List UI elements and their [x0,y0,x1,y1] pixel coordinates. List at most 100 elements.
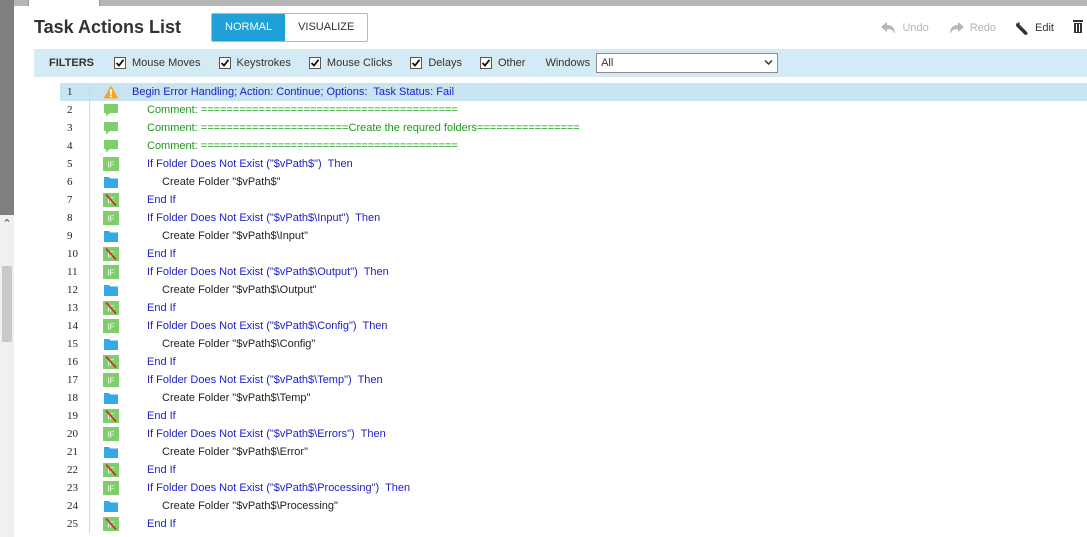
action-text: End If [147,518,176,530]
line-number: 6 [67,176,73,188]
action-text: Create Folder "$vPath$\Output" [162,284,317,296]
gutter-divider [89,227,90,245]
other-checkbox[interactable] [479,57,492,69]
action-text: Comment: ===============================… [147,104,458,116]
undo-icon [881,22,896,34]
gutter-divider [89,389,90,407]
action-row[interactable]: 21 Create Folder "$vPath$\Error" [60,443,1087,461]
undo-label: Undo [902,22,929,34]
end-if-icon: IF [103,355,119,369]
undo-button[interactable]: Undo [880,21,929,35]
action-row[interactable]: 25 IF End If [60,515,1087,533]
svg-text:IF: IF [107,269,114,278]
action-row[interactable]: 18 Create Folder "$vPath$\Temp" [60,389,1087,407]
filter-other[interactable]: Other [479,57,525,69]
filter-delays[interactable]: Delays [410,57,462,69]
gutter-divider [89,191,90,209]
action-row[interactable]: 12 Create Folder "$vPath$\Output" [60,281,1087,299]
action-row[interactable]: 11 IF If Folder Does Not Exist ("$vPath$\O… [60,263,1087,281]
action-row[interactable]: 2 Comment: ==============================… [60,101,1087,119]
gutter-divider [89,461,90,479]
gutter-divider [89,137,90,155]
action-text: End If [147,464,176,476]
action-row[interactable]: 17 IF If Folder Does Not Exist ("$vPath$\T… [60,371,1087,389]
scroll-up-icon[interactable]: ⌃ [1,218,13,230]
action-row[interactable]: 4 Comment: ==============================… [60,137,1087,155]
action-row[interactable]: 5 IF If Folder Does Not Exist ("$vPath$") … [60,155,1087,173]
comment-icon [103,139,119,153]
action-text: Comment: =======================Create t… [147,122,580,134]
header: Task Actions List NORMAL VISUALIZE Undo … [14,6,1087,49]
svg-text:IF: IF [107,377,114,386]
folder-icon [103,175,119,189]
toolbar-actions: Undo Redo Edit [880,19,1087,37]
line-number: 16 [67,356,78,368]
action-row[interactable]: 3 Comment: =======================Create … [60,119,1087,137]
end-if-icon: IF [103,193,119,207]
action-row[interactable]: 24 Create Folder "$vPath$\Processing" [60,497,1087,515]
action-text: Create Folder "$vPath$\Temp" [162,392,311,404]
if-icon: IF [103,427,119,441]
mouse-clicks-checkbox[interactable] [308,57,321,69]
end-if-icon: IF [103,409,119,423]
action-row[interactable]: 13 IF End If [60,299,1087,317]
left-scrollbar[interactable] [0,215,14,537]
action-row[interactable]: 6 Create Folder "$vPath$" [60,173,1087,191]
action-row[interactable]: 19 IF End If [60,407,1087,425]
checkmark-icon [115,59,125,67]
checkmark-icon [481,59,491,67]
action-row[interactable]: 1 Begin Error Handling; Action: Continue;… [60,83,1087,101]
gutter-divider [89,209,90,227]
filter-mouse-clicks[interactable]: Mouse Clicks [308,57,392,69]
gutter-divider [89,299,90,317]
action-row[interactable]: 20 IF If Folder Does Not Exist ("$vPath$\E… [60,425,1087,443]
gutter-divider [89,101,90,119]
gutter-divider [89,497,90,515]
filter-mouse-moves[interactable]: Mouse Moves [114,57,201,69]
wrench-icon [1016,21,1028,35]
action-row[interactable]: 10 IF End If [60,245,1087,263]
line-number: 18 [67,392,78,404]
checkmark-icon [310,59,320,67]
if-icon: IF [103,373,119,387]
delays-checkbox[interactable] [410,57,423,69]
action-text: Create Folder "$vPath$\Error" [162,446,308,458]
action-row[interactable]: 22 IF End If [60,461,1087,479]
line-number: 13 [67,302,78,314]
filter-label: Keystrokes [236,57,291,69]
action-text: End If [147,194,176,206]
windows-select[interactable]: All [596,53,779,73]
action-text: If Folder Does Not Exist ("$vPath$\Error… [147,428,386,440]
action-row[interactable]: 14 IF If Folder Does Not Exist ("$vPath$\C… [60,317,1087,335]
keystrokes-checkbox[interactable] [218,57,231,69]
redo-button[interactable]: Redo [948,21,996,35]
action-text: Create Folder "$vPath$\Input" [162,230,309,242]
edit-button[interactable]: Edit [1015,21,1054,36]
action-text: If Folder Does Not Exist ("$vPath$\Proce… [147,482,411,494]
action-row[interactable]: 23 IF If Folder Does Not Exist ("$vPath$\P… [60,479,1087,497]
action-row[interactable]: 9 Create Folder "$vPath$\Input" [60,227,1087,245]
action-row[interactable]: 15 Create Folder "$vPath$\Config" [60,335,1087,353]
line-number: 2 [67,104,73,116]
action-text: Comment: ===============================… [147,140,458,152]
action-row[interactable]: 7 IF End If [60,191,1087,209]
gutter-divider [89,245,90,263]
line-number: 8 [67,212,73,224]
line-number: 1 [67,86,73,98]
left-scrollbar-thumb[interactable] [2,266,12,342]
action-row[interactable]: 8 IF If Folder Does Not Exist ("$vPath$\In… [60,209,1087,227]
mouse-moves-checkbox[interactable] [114,57,127,69]
filter-keystrokes[interactable]: Keystrokes [218,57,291,69]
action-text: End If [147,356,176,368]
line-number: 11 [67,266,78,278]
comment-icon [103,121,119,135]
normal-view-button[interactable]: NORMAL [212,14,286,41]
visualize-view-button[interactable]: VISUALIZE [285,14,368,41]
action-row[interactable]: 16 IF End If [60,353,1087,371]
delete-button[interactable] [1073,19,1083,38]
edit-label: Edit [1035,22,1054,34]
line-number: 20 [67,428,78,440]
folder-icon [103,283,119,297]
line-number: 19 [67,410,78,422]
redo-icon [949,22,964,34]
